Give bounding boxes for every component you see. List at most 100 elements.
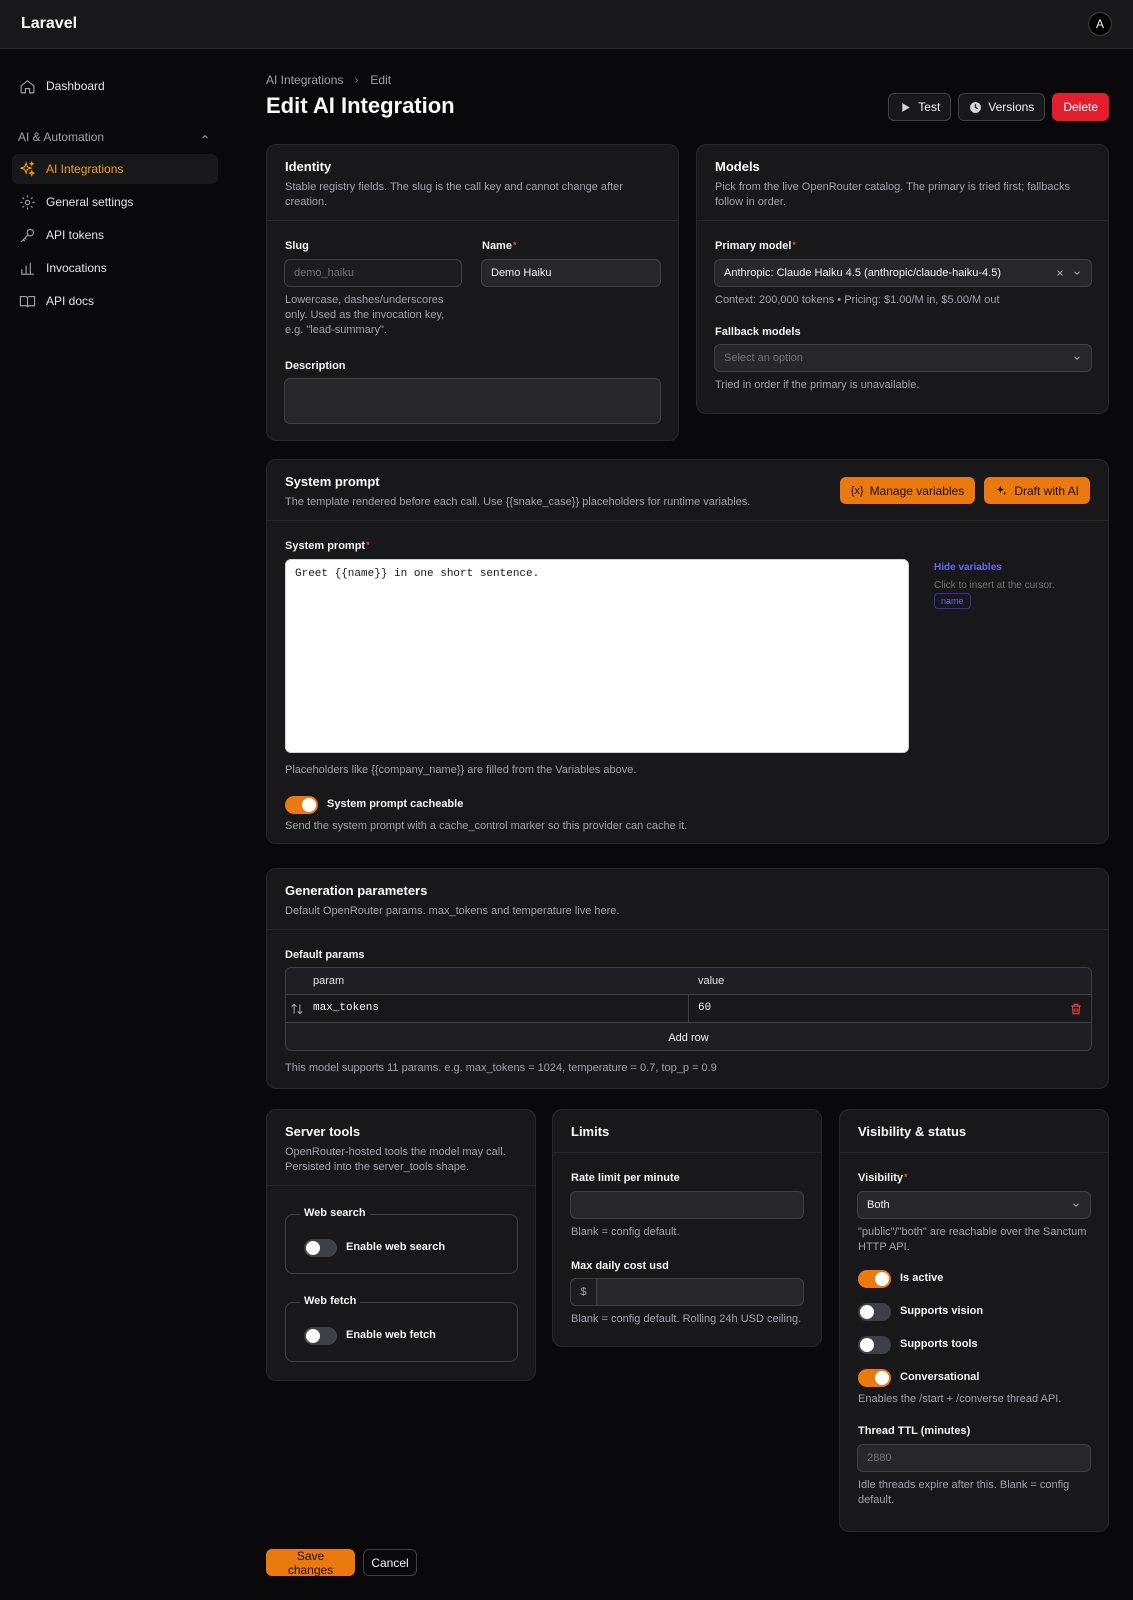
system-prompt-cacheable-label: System prompt cacheable (327, 798, 464, 810)
sidebar-item-api-docs[interactable]: API docs (12, 286, 218, 316)
system-prompt-card: System prompt The template rendered befo… (266, 459, 1109, 844)
is-active-toggle[interactable] (858, 1270, 891, 1288)
visibility-title: Visibility & status (858, 1124, 967, 1139)
server-tools-card: Server tools OpenRouter-hosted tools the… (266, 1109, 536, 1381)
trash-icon[interactable] (1069, 1002, 1083, 1016)
web-fetch-fieldset: Web fetch Enable web fetch (285, 1295, 518, 1362)
variable-chip-name[interactable]: name (934, 593, 971, 609)
drag-handle-icon[interactable] (290, 1002, 304, 1016)
models-description: Pick from the live OpenRouter catalog. T… (715, 181, 1070, 208)
supports-tools-label: Supports tools (900, 1338, 978, 1350)
description-textarea[interactable] (284, 378, 661, 424)
brand-logo[interactable]: Laravel (21, 15, 77, 33)
book-open-icon (19, 295, 36, 307)
conversational-toggle[interactable] (858, 1369, 891, 1387)
limits-title: Limits (571, 1124, 610, 1139)
insert-variable-help: Click to insert at the cursor. (934, 580, 1055, 591)
variable-icon: {x} (850, 484, 864, 497)
supports-tools-toggle[interactable] (858, 1336, 891, 1354)
sidebar-item-ai-integrations[interactable]: AI Integrations (12, 154, 218, 184)
default-params-label: Default params (285, 949, 365, 961)
params-table: param value max_tokens 60 Add row (285, 967, 1092, 1051)
visibility-label-text: Visibility (858, 1172, 904, 1184)
thread-ttl-input[interactable]: 2880 (857, 1444, 1091, 1472)
system-prompt-textarea[interactable]: Greet {{name}} in one short sentence. (285, 559, 909, 753)
sidebar-item-dashboard[interactable]: Dashboard (12, 71, 218, 101)
visibility-label: Visibility* (858, 1172, 908, 1184)
server-tools-title: Server tools (285, 1124, 361, 1139)
user-avatar[interactable]: A (1088, 12, 1112, 36)
column-divider (688, 995, 689, 1023)
breadcrumb-current: Edit (370, 73, 392, 87)
chevron-down-icon (1073, 1203, 1079, 1208)
is-active-label: Is active (900, 1272, 944, 1284)
sidebar-group-label: AI & Automation (18, 130, 105, 144)
chevron-down-icon (1074, 356, 1080, 361)
value-cell[interactable]: 60 (698, 1002, 711, 1014)
supports-vision-toggle[interactable] (858, 1303, 891, 1321)
web-search-fieldset: Web search Enable web search (285, 1207, 518, 1274)
models-title: Models (715, 159, 760, 174)
supports-vision-label: Supports vision (900, 1305, 984, 1317)
identity-title: Identity (285, 159, 332, 174)
draft-with-ai-button[interactable]: Draft with AI (984, 477, 1090, 504)
breadcrumb-parent[interactable]: AI Integrations (266, 73, 343, 87)
clear-icon[interactable] (1055, 268, 1065, 278)
breadcrumb: AI Integrations Edit (266, 73, 391, 87)
thread-ttl-help: Idle threads expire after this. Blank = … (858, 1479, 1070, 1506)
web-search-legend: Web search (300, 1207, 370, 1219)
system-prompt-field-label-text: System prompt (285, 540, 366, 552)
manage-variables-button[interactable]: {x} Manage variables (839, 477, 976, 504)
test-button[interactable]: Test (888, 93, 952, 121)
form-actions: Save changes Cancel (266, 1549, 417, 1577)
param-column-header: param (313, 975, 345, 987)
sidebar-item-api-tokens[interactable]: API tokens (12, 220, 218, 250)
visibility-value: Both (867, 1199, 890, 1211)
slug-help: Lowercase, dashes/underscores only. Used… (285, 294, 445, 336)
versions-button[interactable]: Versions (958, 93, 1046, 121)
param-cell[interactable]: max_tokens (313, 1002, 379, 1014)
slug-label: Slug (285, 240, 309, 252)
system-prompt-cacheable-toggle[interactable] (285, 796, 318, 814)
identity-card: Identity Stable registry fields. The slu… (266, 144, 679, 441)
page-title: Edit AI Integration (266, 93, 455, 118)
system-prompt-field-label: System prompt* (285, 540, 370, 552)
table-row: max_tokens 60 (286, 995, 1091, 1023)
sidebar-item-invocations[interactable]: Invocations (12, 253, 218, 283)
visibility-select[interactable]: Both (857, 1191, 1091, 1219)
name-input[interactable]: Demo Haiku (481, 259, 661, 287)
generation-parameters-card: Generation parameters Default OpenRouter… (266, 868, 1109, 1089)
chevron-down-icon (1074, 271, 1080, 276)
hide-variables-link[interactable]: Hide variables (934, 562, 1002, 573)
models-card: Models Pick from the live OpenRouter cat… (696, 144, 1109, 414)
bar-chart-icon (21, 262, 34, 275)
rate-limit-help: Blank = config default. (571, 1226, 680, 1238)
sidebar-item-label: API docs (46, 294, 95, 308)
save-changes-button[interactable]: Save changes (266, 1549, 355, 1577)
sparkles-icon (996, 485, 1007, 495)
web-search-toggle[interactable] (304, 1239, 337, 1257)
sidebar-item-general-settings[interactable]: General settings (12, 187, 218, 217)
sidebar-item-label: Dashboard (46, 79, 105, 93)
web-fetch-toggle[interactable] (304, 1327, 337, 1345)
generation-title: Generation parameters (285, 883, 428, 898)
test-button-label: Test (918, 100, 941, 114)
fallback-models-select[interactable]: Select an option (714, 344, 1092, 372)
manage-variables-label: Manage variables (869, 483, 965, 498)
system-prompt-cacheable-help: Send the system prompt with a cache_cont… (285, 820, 688, 832)
sidebar-group-ai-automation[interactable]: AI & Automation (18, 130, 210, 144)
delete-button[interactable]: Delete (1052, 93, 1109, 121)
currency-prefix: $ (571, 1279, 597, 1305)
sparkles-icon (19, 160, 36, 177)
add-row-button[interactable]: Add row (286, 1023, 1091, 1050)
cancel-button[interactable]: Cancel (363, 1549, 417, 1576)
thread-ttl-label: Thread TTL (minutes) (858, 1425, 971, 1437)
sidebar-item-label: API tokens (46, 228, 105, 242)
rate-limit-input[interactable] (570, 1191, 804, 1219)
max-daily-cost-input[interactable]: $ (570, 1278, 804, 1306)
play-icon (902, 102, 911, 112)
fallback-models-help: Tried in order if the primary is unavail… (715, 379, 920, 391)
max-daily-cost-help: Blank = config default. Rolling 24h USD … (571, 1313, 802, 1325)
value-column-header: value (698, 975, 725, 987)
primary-model-select[interactable]: Anthropic: Claude Haiku 4.5 (anthropic/c… (714, 259, 1092, 287)
